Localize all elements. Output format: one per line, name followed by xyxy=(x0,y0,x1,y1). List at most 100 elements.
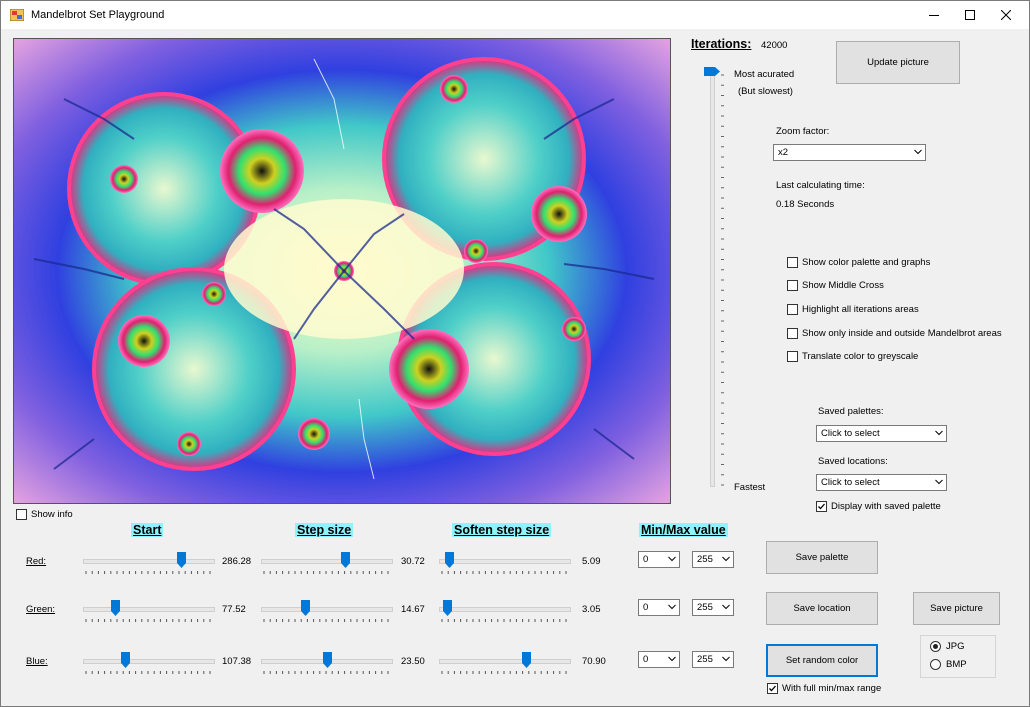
slider-track xyxy=(439,607,571,612)
iterations-ticks xyxy=(721,74,724,486)
save-picture-button[interactable]: Save picture xyxy=(913,592,1000,625)
blue-step-thumb[interactable] xyxy=(322,652,332,668)
blue-min-select[interactable]: 0 xyxy=(638,651,680,668)
close-button[interactable] xyxy=(983,1,1029,29)
slider-ticks xyxy=(85,571,211,574)
show-palette-label: Show color palette and graphs xyxy=(802,257,931,268)
red-row-label: Red: xyxy=(26,556,47,567)
saved-locations-label: Saved locations: xyxy=(818,456,888,467)
main-window: Mandelbrot Set Playground Iterations: 42… xyxy=(0,0,1030,707)
slider-ticks xyxy=(263,619,389,622)
checkmark-icon xyxy=(769,685,776,692)
step-size-header: Step size xyxy=(295,523,354,537)
iterations-value: 42000 xyxy=(761,40,788,51)
save-palette-button[interactable]: Save palette xyxy=(766,541,878,574)
blue-start-thumb[interactable] xyxy=(120,652,130,668)
slider-ticks xyxy=(441,619,567,622)
chevron-down-icon xyxy=(722,556,730,562)
show-info-checkbox[interactable] xyxy=(16,509,27,520)
chevron-down-icon xyxy=(722,656,730,662)
greyscale-checkbox[interactable] xyxy=(787,351,798,362)
red-min-select[interactable]: 0 xyxy=(638,551,680,568)
green-step-thumb[interactable] xyxy=(300,600,310,616)
last-calc-label: Last calculating time: xyxy=(776,180,865,191)
inside-outside-checkbox[interactable] xyxy=(787,328,798,339)
full-range-checkbox[interactable] xyxy=(767,683,778,694)
chevron-down-icon xyxy=(668,604,676,610)
app-icon xyxy=(10,9,24,21)
green-max-select[interactable]: 255 xyxy=(692,599,734,616)
red-step-thumb[interactable] xyxy=(340,552,350,568)
highlight-iterations-checkbox[interactable] xyxy=(787,304,798,315)
green-row-label: Green: xyxy=(26,604,56,615)
slowest-label: (But slowest) xyxy=(738,86,793,97)
blue-max-value: 255 xyxy=(697,654,713,665)
slider-ticks xyxy=(85,671,211,674)
saved-locations-select[interactable]: Click to select xyxy=(816,474,947,491)
display-saved-palette-label: Display with saved palette xyxy=(831,501,941,512)
checkmark-icon xyxy=(818,503,825,510)
slider-track xyxy=(439,659,571,664)
red-max-value: 255 xyxy=(697,554,713,565)
bmp-radio[interactable] xyxy=(930,659,941,670)
green-soften-thumb[interactable] xyxy=(442,600,452,616)
maximize-icon xyxy=(965,10,975,20)
show-palette-checkbox[interactable] xyxy=(787,257,798,268)
chevron-down-icon xyxy=(935,430,943,436)
blue-max-select[interactable]: 255 xyxy=(692,651,734,668)
slider-track xyxy=(261,559,393,564)
slider-ticks xyxy=(441,571,567,574)
highlight-iterations-label: Highlight all iterations areas xyxy=(802,304,919,315)
save-location-button[interactable]: Save location xyxy=(766,592,878,625)
slider-track xyxy=(83,559,215,564)
display-saved-palette-checkbox[interactable] xyxy=(816,501,827,512)
minimize-icon xyxy=(929,15,939,16)
saved-palettes-label: Saved palettes: xyxy=(818,406,884,417)
greyscale-label: Translate color to greyscale xyxy=(802,351,919,362)
iterations-slider-thumb[interactable] xyxy=(704,67,720,76)
show-info-label: Show info xyxy=(31,509,73,520)
blue-soften-thumb[interactable] xyxy=(522,652,532,668)
title-bar: Mandelbrot Set Playground xyxy=(1,1,1029,29)
green-max-value: 255 xyxy=(697,602,713,613)
red-step-value: 30.72 xyxy=(401,556,425,567)
green-start-value: 77.52 xyxy=(222,604,246,615)
saved-palettes-select[interactable]: Click to select xyxy=(816,425,947,442)
last-calc-value: 0.18 Seconds xyxy=(776,199,835,210)
green-soften-value: 3.05 xyxy=(582,604,601,615)
blue-step-value: 23.50 xyxy=(401,656,425,667)
green-start-thumb[interactable] xyxy=(110,600,120,616)
full-range-label: With full min/max range xyxy=(782,683,882,694)
chevron-down-icon xyxy=(914,149,922,155)
jpg-radio[interactable] xyxy=(930,641,941,652)
green-step-value: 14.67 xyxy=(401,604,425,615)
update-picture-button[interactable]: Update picture xyxy=(836,41,960,84)
green-min-select[interactable]: 0 xyxy=(638,599,680,616)
set-random-color-button[interactable]: Set random color xyxy=(766,644,878,677)
blue-soften-value: 70.90 xyxy=(582,656,606,667)
window-title: Mandelbrot Set Playground xyxy=(31,9,165,21)
chevron-down-icon xyxy=(722,604,730,610)
saved-palettes-value: Click to select xyxy=(821,428,880,439)
show-middle-cross-label: Show Middle Cross xyxy=(802,280,884,291)
zoom-factor-select[interactable]: x2 xyxy=(773,144,926,161)
jpg-label: JPG xyxy=(946,641,965,652)
slider-ticks xyxy=(441,671,567,674)
iterations-label: Iterations: xyxy=(691,37,752,51)
fractal-image xyxy=(14,39,670,503)
show-middle-cross-checkbox[interactable] xyxy=(787,280,798,291)
slider-track xyxy=(261,607,393,612)
slider-ticks xyxy=(85,619,211,622)
slider-ticks xyxy=(263,571,389,574)
red-start-thumb[interactable] xyxy=(177,552,187,568)
mandelbrot-picture[interactable] xyxy=(13,38,671,504)
red-soften-thumb[interactable] xyxy=(445,552,455,568)
start-header: Start xyxy=(131,523,164,537)
chevron-down-icon xyxy=(668,656,676,662)
red-max-select[interactable]: 255 xyxy=(692,551,734,568)
min-max-header: Min/Max value xyxy=(639,523,728,537)
soften-step-header: Soften step size xyxy=(452,523,552,537)
slider-track xyxy=(439,559,571,564)
chevron-down-icon xyxy=(935,479,943,485)
most-accurate-label: Most acurated xyxy=(734,69,795,80)
